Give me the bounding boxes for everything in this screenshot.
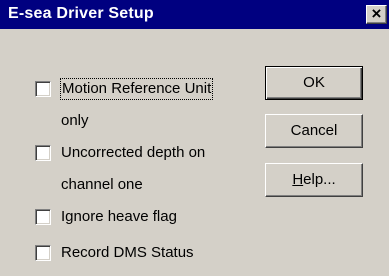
record-dms-status-label[interactable]: Record DMS Status xyxy=(61,243,194,263)
ok-button[interactable]: OK xyxy=(265,66,363,100)
ignore-heave-flag-label[interactable]: Ignore heave flag xyxy=(61,207,177,227)
option-uncorrected-depth[interactable]: Uncorrected depth on xyxy=(35,143,205,163)
ignore-heave-flag-checkbox[interactable] xyxy=(35,209,51,225)
help-button[interactable]: Help... xyxy=(265,163,363,197)
uncorrected-depth-label[interactable]: Uncorrected depth on xyxy=(61,143,205,163)
close-icon: × xyxy=(371,4,382,23)
motion-reference-unit-checkbox[interactable] xyxy=(35,81,51,97)
cancel-button[interactable]: Cancel xyxy=(265,114,363,148)
help-label-rest: elp... xyxy=(303,171,336,188)
help-mnemonic: H xyxy=(292,171,304,188)
e-sea-driver-setup-dialog: E-sea Driver Setup × Motion Reference Un… xyxy=(0,0,389,276)
motion-reference-unit-label-cont[interactable]: only xyxy=(61,111,89,131)
record-dms-status-checkbox[interactable] xyxy=(35,245,51,261)
uncorrected-depth-label-cont[interactable]: channel one xyxy=(61,175,143,195)
option-record-dms-status[interactable]: Record DMS Status xyxy=(35,243,194,263)
option-ignore-heave-flag[interactable]: Ignore heave flag xyxy=(35,207,177,227)
title-bar: E-sea Driver Setup × xyxy=(0,0,389,29)
motion-reference-unit-label[interactable]: Motion Reference Unit xyxy=(59,78,214,100)
close-button[interactable]: × xyxy=(366,4,387,24)
window-title: E-sea Driver Setup xyxy=(8,5,154,22)
uncorrected-depth-checkbox[interactable] xyxy=(35,145,51,161)
option-motion-reference-unit[interactable]: Motion Reference Unit xyxy=(35,78,214,100)
